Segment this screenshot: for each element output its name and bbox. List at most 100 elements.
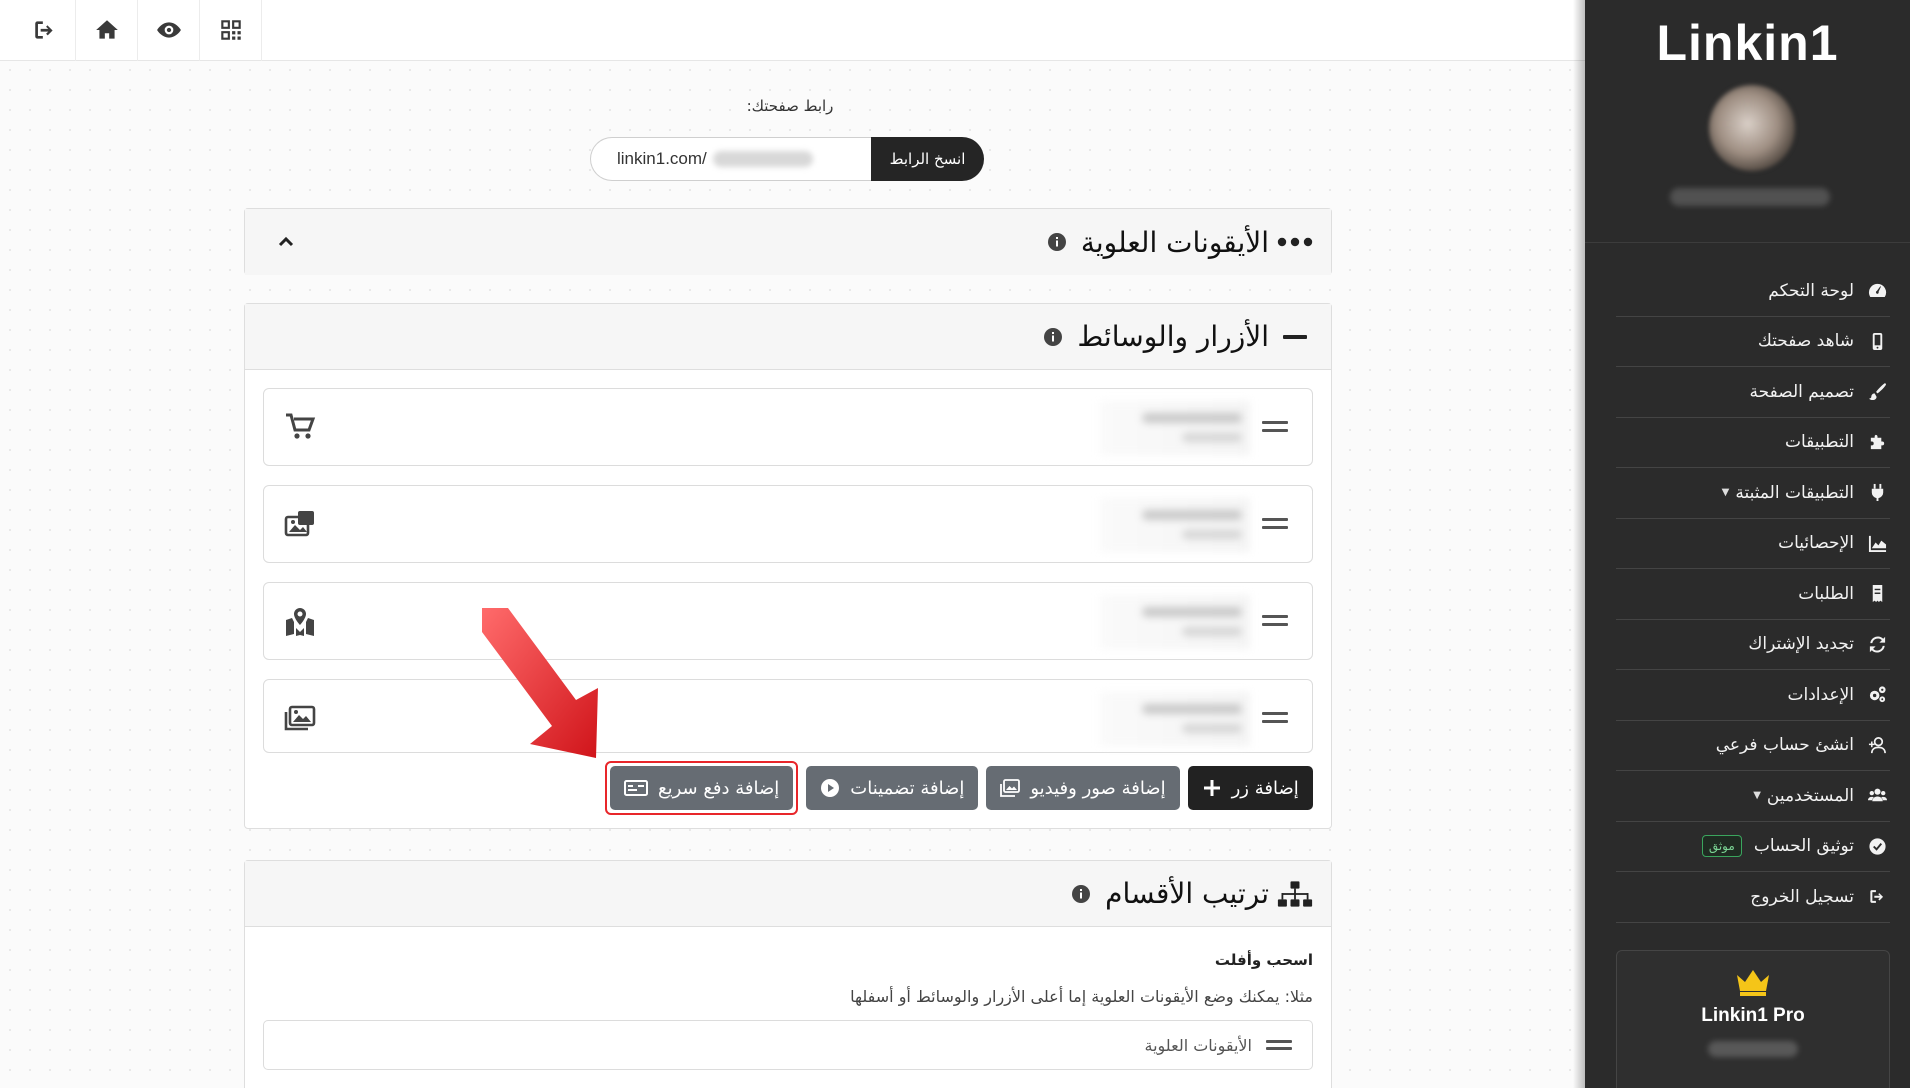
sidebar-item-settings[interactable]: الإعدادات <box>1616 670 1890 721</box>
drag-drop-title: اسحب وأفلت <box>1214 951 1313 969</box>
brand-logo[interactable]: Linkin1 <box>1585 14 1910 72</box>
sortable-section-label: الأيقونات العلوية <box>1144 1035 1253 1055</box>
list-item[interactable] <box>263 679 1313 753</box>
sidebar-item-logout[interactable]: تسجيل الخروج <box>1616 872 1890 923</box>
shopping-cart-icon[interactable] <box>284 412 318 444</box>
buttons-media-panel-header[interactable]: الأزرار والوسائط <box>245 304 1331 370</box>
sidebar-item-statistics[interactable]: الإحصائيات <box>1616 519 1890 569</box>
top-icons-title: الأيقونات العلوية <box>1080 225 1269 259</box>
sections-order-panel-header[interactable]: ترتيب الأقسام <box>245 861 1331 927</box>
logout-button[interactable] <box>14 0 76 61</box>
sidebar-item-label: التطبيقات المثبتة <box>1735 482 1854 503</box>
paint-brush-icon <box>1866 381 1888 403</box>
link-url-prefix: linkin1.com/ <box>617 149 707 168</box>
sidebar-item-users[interactable]: المستخدمين ▼ <box>1616 771 1890 822</box>
cogs-icon <box>1866 684 1888 706</box>
add-media-button[interactable]: إضافة صور وفيديو <box>986 766 1180 810</box>
buttons-media-panel: الأزرار والوسائط إضافة زر إضافة صور وفيد… <box>244 303 1332 829</box>
sidebar-item-sub-account[interactable]: انشئ حساب فرعي <box>1616 721 1890 771</box>
sitemap-icon <box>1277 879 1313 909</box>
sidebar-item-apps[interactable]: التطبيقات <box>1616 418 1890 468</box>
puzzle-piece-icon <box>1866 431 1888 453</box>
list-item[interactable] <box>263 388 1313 466</box>
sidebar-item-view-page[interactable]: شاهد صفحتك <box>1616 317 1890 367</box>
sidebar-item-verify[interactable]: توثيق الحساب موثق <box>1616 822 1890 872</box>
blurred-item-text <box>1100 595 1250 649</box>
chevron-up-icon[interactable] <box>275 231 297 253</box>
pro-plan-card[interactable]: Linkin1 Pro <box>1616 950 1890 1088</box>
add-quick-pay-button[interactable]: إضافة دفع سريع <box>610 766 794 810</box>
highlight-box: إضافة دفع سريع <box>605 761 799 815</box>
blurred-item-text <box>1100 498 1250 552</box>
info-icon[interactable] <box>1043 327 1063 347</box>
sidebar: Linkin1 لوحة التحكم شاهد صفحتك تصميم الص… <box>1573 0 1910 1088</box>
info-icon[interactable] <box>1071 884 1091 904</box>
drag-handle-icon[interactable] <box>1266 1036 1292 1054</box>
add-embeds-label: إضافة تضمينات <box>850 777 965 799</box>
minus-icon <box>1277 322 1313 352</box>
blurred-username <box>712 151 813 167</box>
images-icon <box>1000 779 1021 797</box>
sidebar-item-label: تجديد الإشتراك <box>1748 634 1854 655</box>
add-button-button[interactable]: إضافة زر <box>1187 766 1313 810</box>
pro-plan-title: Linkin1 Pro <box>1701 1005 1805 1026</box>
sidebar-item-design[interactable]: تصميم الصفحة <box>1616 367 1890 418</box>
plus-icon <box>1203 780 1220 796</box>
add-quick-pay-label: إضافة دفع سريع <box>658 777 780 799</box>
drag-handle-icon[interactable] <box>1262 615 1288 629</box>
sidebar-item-label: تصميم الصفحة <box>1749 381 1854 402</box>
add-button-label: إضافة زر <box>1231 777 1299 799</box>
drag-handle-icon[interactable] <box>1262 518 1288 532</box>
sections-order-body: اسحب وأفلت مثلا: يمكنك وضع الأيقونات الع… <box>245 927 1331 1070</box>
check-circle-icon <box>1866 835 1888 857</box>
chart-area-icon <box>1866 532 1888 554</box>
sidebar-item-label: الطلبات <box>1798 583 1854 604</box>
list-item[interactable] <box>263 582 1313 660</box>
money-check-icon <box>624 780 648 796</box>
blurred-item-text <box>1100 401 1250 455</box>
home-icon <box>95 20 118 39</box>
add-actions-bar: إضافة زر إضافة صور وفيديو إضافة تضمينات … <box>605 761 1313 815</box>
sign-out-icon <box>34 21 53 39</box>
sidebar-item-label: توثيق الحساب <box>1753 836 1854 857</box>
sync-icon <box>1866 633 1888 655</box>
blurred-plan-info <box>1708 1041 1798 1057</box>
top-toolbar <box>0 0 1585 61</box>
drag-handle-icon[interactable] <box>1262 421 1288 435</box>
map-marked-icon[interactable] <box>284 606 318 638</box>
sidebar-item-renew[interactable]: تجديد الإشتراك <box>1616 620 1890 670</box>
sidebar-item-label: التطبيقات <box>1784 432 1854 453</box>
users-icon <box>1866 785 1888 807</box>
qr-code-button[interactable] <box>200 0 262 61</box>
sortable-section-item[interactable]: الأيقونات العلوية <box>263 1020 1313 1070</box>
sidebar-item-label: الإحصائيات <box>1778 533 1854 554</box>
drag-drop-description: مثلا: يمكنك وضع الأيقونات العلوية إما أع… <box>850 987 1313 1006</box>
preview-button[interactable] <box>138 0 200 61</box>
user-plus-icon <box>1866 734 1888 756</box>
sidebar-item-orders[interactable]: الطلبات <box>1616 569 1890 620</box>
copy-link-button[interactable]: انسخ الرابط <box>871 137 984 181</box>
page-link-field[interactable]: linkin1.com/ <box>590 137 871 181</box>
page-link-label: رابط صفحتك: <box>746 97 834 115</box>
page-link-group: انسخ الرابط linkin1.com/ <box>590 137 984 181</box>
images-icon[interactable] <box>284 703 318 735</box>
sidebar-item-label: لوحة التحكم <box>1768 280 1854 301</box>
photo-video-icon[interactable] <box>284 509 318 541</box>
avatar[interactable] <box>1709 85 1795 171</box>
ellipsis-icon <box>1277 227 1313 257</box>
sidebar-item-label: تسجيل الخروج <box>1750 886 1854 907</box>
list-item[interactable] <box>263 485 1313 563</box>
home-button[interactable] <box>76 0 138 61</box>
buttons-media-title: الأزرار والوسائط <box>1077 320 1269 353</box>
sign-out-icon <box>1866 886 1888 908</box>
caret-down-icon: ▼ <box>1753 790 1761 802</box>
add-embeds-button[interactable]: إضافة تضمينات <box>806 766 979 810</box>
blurred-username <box>1670 188 1830 206</box>
sidebar-item-installed-apps[interactable]: التطبيقات المثبتة ▼ <box>1616 468 1890 519</box>
drag-handle-icon[interactable] <box>1262 712 1288 726</box>
sidebar-item-dashboard[interactable]: لوحة التحكم <box>1616 266 1890 317</box>
blurred-item-text <box>1100 692 1250 746</box>
info-icon[interactable] <box>1047 232 1067 252</box>
crown-icon <box>1617 967 1889 1001</box>
top-icons-panel-header[interactable]: الأيقونات العلوية <box>245 209 1331 275</box>
